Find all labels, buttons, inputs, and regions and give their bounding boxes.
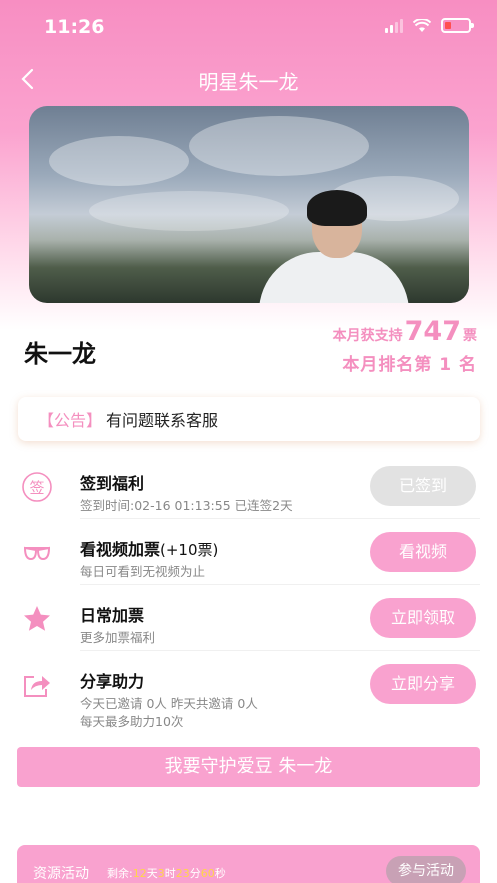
signed-in-button[interactable]: 已签到 (370, 466, 476, 506)
watch-video-button[interactable]: 看视频 (370, 532, 476, 572)
monthly-support: 本月获支持 747 票 (333, 316, 477, 347)
join-activity-button[interactable]: 参与活动 (386, 856, 466, 883)
guard-idol-button[interactable]: 我要守护爱豆 朱一龙 (17, 747, 480, 787)
star-icon (20, 602, 54, 636)
task-share: 分享助力 今天已邀请 0人 昨天共邀请 0人 每天最多助力10次 立即分享 (18, 660, 480, 729)
idol-banner-image (29, 106, 469, 303)
divider (80, 518, 480, 519)
notice-tag: 【公告】 (38, 411, 103, 430)
sign-in-icon: 签 (20, 470, 54, 504)
task-title: 看视频加票(+10票) (80, 540, 219, 559)
share-icon (20, 668, 54, 702)
task-subtitle: 每日可看到无视频为止 (80, 564, 206, 579)
status-bar: 11:26 (0, 0, 497, 56)
resource-activity-bar: 资源活动 剩余:12天3时23分60秒 参与活动 (17, 845, 480, 883)
wifi-icon (413, 18, 431, 32)
monthly-rank: 本月排名第 1 名 (342, 355, 477, 375)
task-title: 分享助力 (80, 672, 145, 691)
share-now-button[interactable]: 立即分享 (370, 664, 476, 704)
task-title: 日常加票 (80, 606, 145, 625)
divider (80, 584, 480, 585)
idol-name: 朱一龙 (24, 340, 96, 368)
task-title: 签到福利 (80, 474, 145, 493)
status-icons (385, 18, 474, 33)
activity-label: 资源活动 (33, 866, 89, 882)
notice-bar[interactable]: 【公告】 有问题联系客服 (18, 397, 480, 441)
signal-icon (385, 18, 403, 33)
task-subtitle: 今天已邀请 0人 昨天共邀请 0人 每天最多助力10次 (80, 696, 258, 729)
task-subtitle: 更多加票福利 (80, 630, 156, 645)
svg-text:签: 签 (29, 479, 44, 497)
nav-bar: 明星朱一龙 (0, 58, 497, 102)
activity-countdown: 剩余:12天3时23分60秒 (107, 867, 226, 880)
claim-now-button[interactable]: 立即领取 (370, 598, 476, 638)
page-title: 明星朱一龙 (198, 70, 299, 94)
support-prefix: 本月获支持 (332, 328, 403, 344)
battery-icon (441, 18, 474, 33)
task-subtitle: 签到时间:02-16 01:13:55 已连签2天 (80, 498, 293, 513)
support-suffix: 票 (463, 328, 477, 344)
glasses-icon (20, 536, 54, 570)
status-time: 11:26 (44, 16, 105, 38)
notice-text: 有问题联系客服 (106, 411, 219, 430)
divider (80, 650, 480, 651)
support-count: 747 (404, 316, 461, 347)
